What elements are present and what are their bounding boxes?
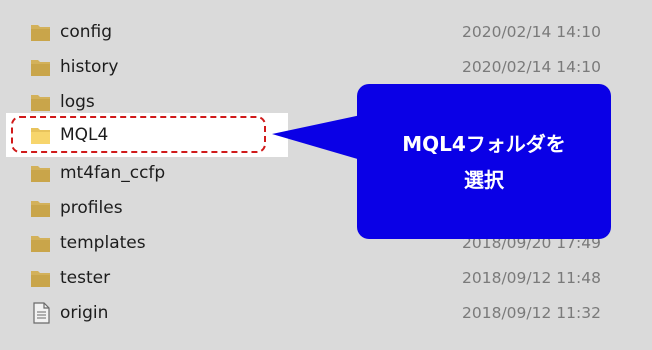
file-name: config [60, 22, 113, 42]
file-date: 2018/09/12 11:48 [462, 269, 601, 287]
list-item-history[interactable]: history 2020/02/14 14:10 [0, 50, 652, 85]
file-name: mt4fan_ccfp [60, 163, 166, 183]
file-list: config 2020/02/14 14:10 history 2020/02/… [0, 0, 652, 350]
file-date: 2020/02/14 14:10 [462, 58, 601, 76]
file-name: logs [60, 92, 95, 112]
selection-dashed-outline [11, 116, 266, 153]
list-item-origin[interactable]: origin 2018/09/12 11:32 [0, 296, 652, 331]
callout-text: MQL4フォルダを 選択 [357, 84, 611, 239]
list-item-tester[interactable]: tester 2018/09/12 11:48 [0, 261, 652, 296]
file-date: 2018/09/12 11:32 [462, 304, 601, 322]
file-name: history [60, 57, 119, 77]
file-date: 2020/02/14 14:10 [462, 23, 601, 41]
file-name: profiles [60, 198, 123, 218]
folder-icon [31, 25, 50, 41]
folder-icon [31, 201, 50, 217]
folder-icon [31, 236, 50, 252]
callout-line-1: MQL4フォルダを [402, 131, 566, 156]
folder-icon [31, 271, 50, 287]
document-icon [33, 302, 50, 324]
folder-icon [31, 60, 50, 76]
callout-line-2: 選択 [464, 167, 504, 192]
file-name: templates [60, 233, 146, 253]
file-name: tester [60, 268, 111, 288]
list-item-config[interactable]: config 2020/02/14 14:10 [0, 15, 652, 50]
file-name: origin [60, 303, 109, 323]
folder-icon [31, 166, 50, 182]
folder-icon [31, 95, 50, 111]
